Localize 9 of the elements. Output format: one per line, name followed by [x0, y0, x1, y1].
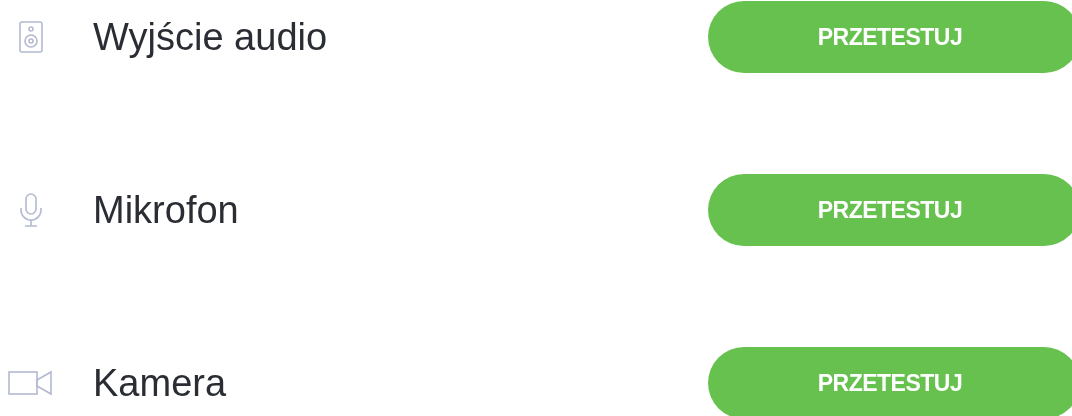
speaker-icon: [19, 21, 43, 53]
device-label: Kamera: [93, 361, 228, 405]
device-label: Mikrofon: [93, 188, 240, 232]
test-button[interactable]: PRZETESTUJ: [708, 1, 1072, 73]
device-label: Wyjście audio: [93, 15, 329, 59]
microphone-icon: [19, 193, 43, 227]
video-camera-icon: [8, 369, 54, 397]
test-button[interactable]: PRZETESTUJ: [708, 347, 1072, 416]
test-button[interactable]: PRZETESTUJ: [708, 174, 1072, 246]
